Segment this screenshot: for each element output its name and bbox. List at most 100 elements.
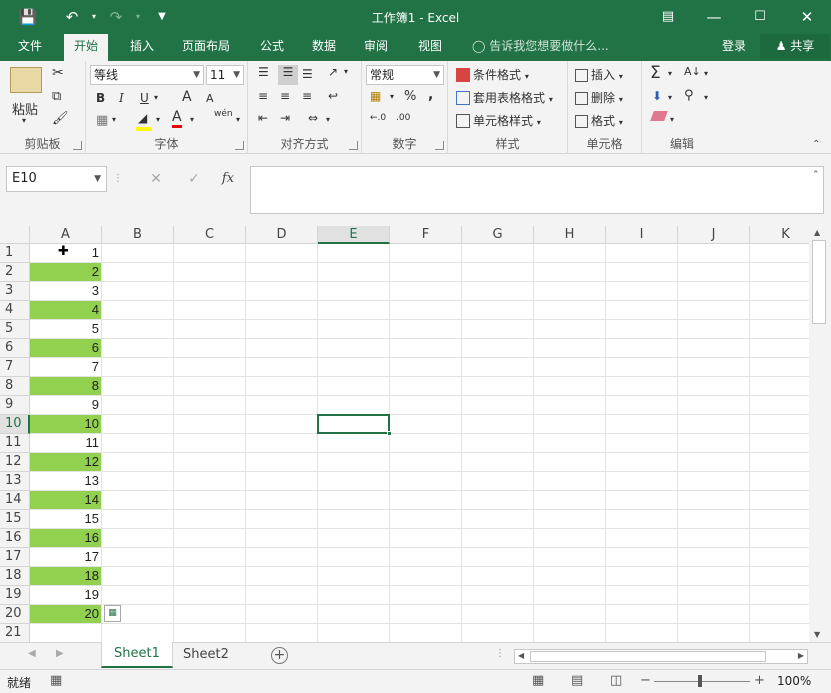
cell-f20[interactable] — [390, 605, 462, 624]
cell-i13[interactable] — [606, 472, 678, 491]
grow-font-button[interactable]: A — [182, 89, 192, 105]
cell-h20[interactable] — [534, 605, 606, 624]
cell-c13[interactable] — [174, 472, 246, 491]
currency-icon[interactable]: ▦ — [370, 89, 381, 103]
cell-i21[interactable] — [606, 624, 678, 642]
cell-f11[interactable] — [390, 434, 462, 453]
zoom-out-button[interactable]: − — [640, 673, 651, 688]
cell-b18[interactable] — [102, 567, 174, 586]
cell-i20[interactable] — [606, 605, 678, 624]
cell-h18[interactable] — [534, 567, 606, 586]
vertical-scrollbar[interactable]: ▲ ▼ — [809, 226, 831, 642]
cell-a16[interactable]: 16 — [30, 529, 102, 548]
redo-dropdown-icon[interactable]: ▾ — [126, 6, 150, 28]
row-header-12[interactable]: 12 — [0, 453, 30, 472]
cell-i1[interactable] — [606, 244, 678, 263]
alignment-launcher-icon[interactable] — [349, 141, 358, 150]
cell-e2[interactable] — [318, 263, 390, 282]
cell-c11[interactable] — [174, 434, 246, 453]
customize-toolbar-icon[interactable]: ▼ — [150, 6, 174, 28]
cell-f18[interactable] — [390, 567, 462, 586]
cell-g5[interactable] — [462, 320, 534, 339]
merge-dropdown-icon[interactable]: ▾ — [326, 115, 330, 124]
cell-i3[interactable] — [606, 282, 678, 301]
redo-icon[interactable]: ↷ — [104, 6, 128, 28]
percent-button[interactable]: % — [404, 89, 416, 104]
cell-i14[interactable] — [606, 491, 678, 510]
align-bottom-icon[interactable]: ☰ — [302, 67, 313, 81]
cell-d13[interactable] — [246, 472, 318, 491]
cell-e7[interactable] — [318, 358, 390, 377]
cell-g14[interactable] — [462, 491, 534, 510]
row-header-11[interactable]: 11 — [0, 434, 30, 453]
cell-j20[interactable] — [678, 605, 750, 624]
zoom-level[interactable]: 100% — [777, 674, 811, 688]
cell-h15[interactable] — [534, 510, 606, 529]
close-icon[interactable]: ✕ — [795, 6, 819, 28]
orientation-dropdown-icon[interactable]: ▾ — [344, 67, 348, 76]
cell-c5[interactable] — [174, 320, 246, 339]
cell-d21[interactable] — [246, 624, 318, 642]
cell-e11[interactable] — [318, 434, 390, 453]
share-button[interactable]: ♟ 共享 — [760, 34, 830, 59]
fill-color-icon[interactable] — [136, 127, 152, 131]
row-header-4[interactable]: 4 — [0, 301, 30, 320]
tell-me-search[interactable]: ◯ 告诉我您想要做什么... — [472, 34, 609, 59]
cell-j3[interactable] — [678, 282, 750, 301]
cell-g7[interactable] — [462, 358, 534, 377]
cell-e20[interactable] — [318, 605, 390, 624]
cell-a11[interactable]: 11 — [30, 434, 102, 453]
cell-b1[interactable] — [102, 244, 174, 263]
bold-button[interactable]: B — [96, 91, 105, 105]
delete-cells-button[interactable]: 删除 ▾ — [575, 89, 623, 106]
cell-j21[interactable] — [678, 624, 750, 642]
cell-d16[interactable] — [246, 529, 318, 548]
cell-g20[interactable] — [462, 605, 534, 624]
cell-k4[interactable] — [750, 301, 809, 320]
cell-h14[interactable] — [534, 491, 606, 510]
cell-j1[interactable] — [678, 244, 750, 263]
paste-dropdown-icon[interactable]: ▾ — [22, 116, 26, 125]
align-center-icon[interactable]: ≡ — [280, 89, 290, 103]
login-link[interactable]: 登录 — [722, 34, 746, 59]
cell-k3[interactable] — [750, 282, 809, 301]
cell-f6[interactable] — [390, 339, 462, 358]
cell-h8[interactable] — [534, 377, 606, 396]
cell-j9[interactable] — [678, 396, 750, 415]
row-header-6[interactable]: 6 — [0, 339, 30, 358]
cell-k13[interactable] — [750, 472, 809, 491]
cell-g9[interactable] — [462, 396, 534, 415]
cell-k5[interactable] — [750, 320, 809, 339]
cell-f16[interactable] — [390, 529, 462, 548]
cut-icon[interactable]: ✂ — [52, 65, 64, 81]
cell-k19[interactable] — [750, 586, 809, 605]
cell-d9[interactable] — [246, 396, 318, 415]
cell-g11[interactable] — [462, 434, 534, 453]
row-header-2[interactable]: 2 — [0, 263, 30, 282]
conditional-formatting-button[interactable]: 条件格式 ▾ — [456, 66, 529, 83]
cell-b14[interactable] — [102, 491, 174, 510]
cell-h21[interactable] — [534, 624, 606, 642]
cell-a15[interactable]: 15 — [30, 510, 102, 529]
tab-review[interactable]: 审阅 — [354, 34, 398, 61]
clipboard-launcher-icon[interactable] — [73, 141, 82, 150]
cell-b10[interactable] — [102, 415, 174, 434]
increase-indent-icon[interactable]: ⇥ — [280, 111, 290, 125]
cell-a8[interactable]: 8 — [30, 377, 102, 396]
cell-j12[interactable] — [678, 453, 750, 472]
cell-a9[interactable]: 9 — [30, 396, 102, 415]
cell-k20[interactable] — [750, 605, 809, 624]
cell-i9[interactable] — [606, 396, 678, 415]
cell-h10[interactable] — [534, 415, 606, 434]
cell-d3[interactable] — [246, 282, 318, 301]
cell-k12[interactable] — [750, 453, 809, 472]
wrap-text-icon[interactable]: ↩ — [328, 89, 338, 103]
macro-record-icon[interactable]: ▦ — [50, 673, 62, 688]
fill-dropdown-icon[interactable]: ▾ — [156, 115, 160, 124]
split-grip-icon[interactable]: ⋮ — [495, 648, 505, 659]
cell-k21[interactable] — [750, 624, 809, 642]
cell-e15[interactable] — [318, 510, 390, 529]
cell-c21[interactable] — [174, 624, 246, 642]
row-header-1[interactable]: 1 — [0, 244, 30, 263]
font-name-select[interactable]: 等线 ▼ — [90, 65, 204, 85]
